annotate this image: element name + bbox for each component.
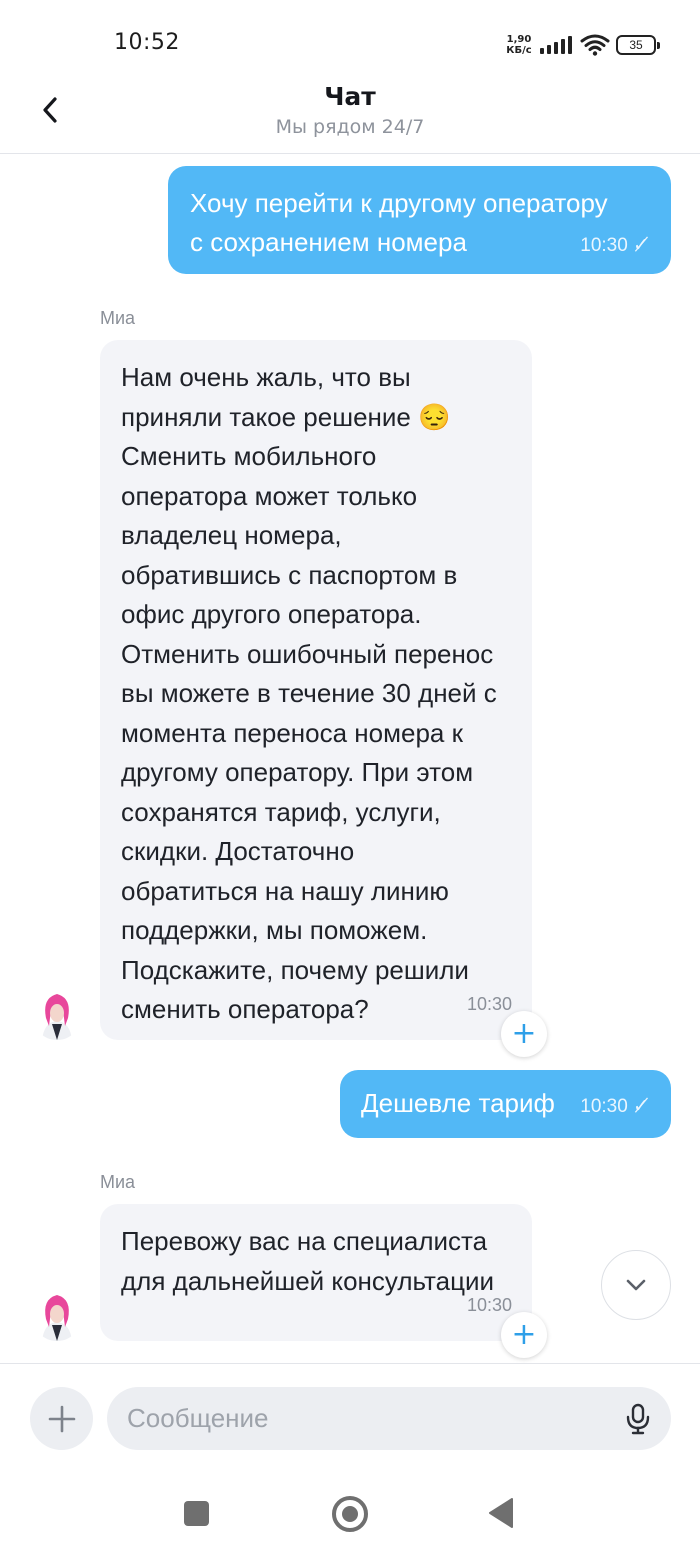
sender-name: Миа (100, 1172, 136, 1192)
message-text-line: для дальнейшей консультации (121, 1265, 495, 1296)
message-text-line: владелец номера, (121, 520, 342, 550)
system-nav-bar (0, 1473, 700, 1556)
message-text-line: Нам очень жаль, что вы (121, 362, 411, 392)
wifi-icon (580, 34, 610, 56)
network-speed: 1,90 КБ/с (504, 34, 534, 56)
attach-button[interactable] (30, 1387, 93, 1450)
message-text-line: офис другого оператора. (121, 599, 422, 629)
home-button[interactable] (332, 1496, 368, 1532)
plus-icon: + (511, 1317, 537, 1352)
message-text-line: сохранятся тариф, услуги, (121, 796, 441, 827)
microphone-icon (626, 1403, 650, 1435)
sender-name: Миа (100, 308, 136, 328)
double-check-icon: ✓̸ (633, 1096, 649, 1117)
message-time: 10:30 (466, 993, 512, 1014)
outgoing-message[interactable]: Дешевле тариф 10:30 ✓̸ (340, 1070, 671, 1138)
status-time: 10:52 (114, 30, 180, 55)
incoming-message[interactable]: Нам очень жаль, что вы приняли такое реш… (100, 340, 532, 1040)
message-text-line: момента переноса номера к (121, 717, 463, 748)
message-time: 10:30 ✓̸ (580, 235, 649, 256)
message-text-line: другому оператору. При этом (121, 757, 474, 787)
status-icons: 1,90 КБ/с 35 (504, 30, 660, 60)
message-composer (0, 1363, 700, 1473)
message-list[interactable]: Хочу перейти к другому оператору с сохра… (0, 155, 700, 1363)
page-subtitle: Мы рядом 24/7 (275, 116, 425, 138)
network-speed-unit: КБ/с (506, 45, 532, 56)
page-title: Чат (324, 82, 376, 111)
battery-level: 35 (629, 38, 643, 52)
message-text-line: оператора может только (121, 480, 418, 511)
battery-icon: 35 (616, 35, 660, 55)
message-text-line: обратиться на нашу линию (121, 875, 449, 906)
scroll-to-bottom-button[interactable] (601, 1250, 671, 1320)
incoming-message[interactable]: Перевожу вас на специалиста для дальнейш… (100, 1204, 532, 1341)
message-text-line: Перевожу вас на специалиста (121, 1226, 488, 1256)
message-text-line: Отменить ошибочный перенос (121, 638, 494, 669)
message-time: 10:30 (466, 1294, 512, 1315)
outgoing-message[interactable]: Хочу перейти к другому оператору с сохра… (168, 166, 671, 274)
message-input-container (107, 1387, 671, 1450)
home-icon (342, 1506, 358, 1522)
triangle-back-icon (489, 1498, 513, 1528)
message-text-line: с сохранением номера (190, 227, 467, 257)
signal-bars-icon (540, 36, 574, 54)
network-speed-value: 1,90 (506, 34, 532, 45)
avatar (32, 1289, 82, 1341)
avatar (32, 988, 82, 1040)
plus-icon: + (511, 1016, 537, 1051)
plus-icon (48, 1405, 75, 1432)
status-bar: 10:52 1,90 КБ/с 35 (0, 0, 700, 80)
message-text-line: обратившись с паспортом в (121, 559, 458, 590)
chevron-down-icon (626, 1279, 646, 1291)
chat-header: Чат Мы рядом 24/7 (0, 80, 700, 154)
message-text-line: Дешевле тариф (361, 1088, 555, 1118)
microphone-button[interactable] (623, 1403, 653, 1435)
recent-apps-button[interactable] (184, 1501, 209, 1526)
add-reaction-button[interactable]: + (501, 1312, 547, 1358)
message-text-line: Подскажите, почему решили (121, 954, 469, 985)
add-reaction-button[interactable]: + (501, 1011, 547, 1057)
system-back-button[interactable] (488, 1497, 514, 1533)
message-input[interactable] (127, 1387, 607, 1450)
message-text-line: скидки. Достаточно (121, 836, 355, 866)
message-time: 10:30 ✓̸ (580, 1096, 649, 1117)
message-text-line: приняли такое решение 😔 (121, 401, 451, 432)
message-text-line: поддержки, мы поможем. (121, 915, 428, 945)
message-text-line: Сменить мобильного (121, 441, 377, 471)
message-text-line: вы можете в течение 30 дней с (121, 678, 497, 708)
message-text-line: Хочу перейти к другому оператору (190, 188, 608, 218)
message-text-line: сменить оператора? (121, 994, 369, 1024)
double-check-icon: ✓̸ (633, 235, 649, 256)
